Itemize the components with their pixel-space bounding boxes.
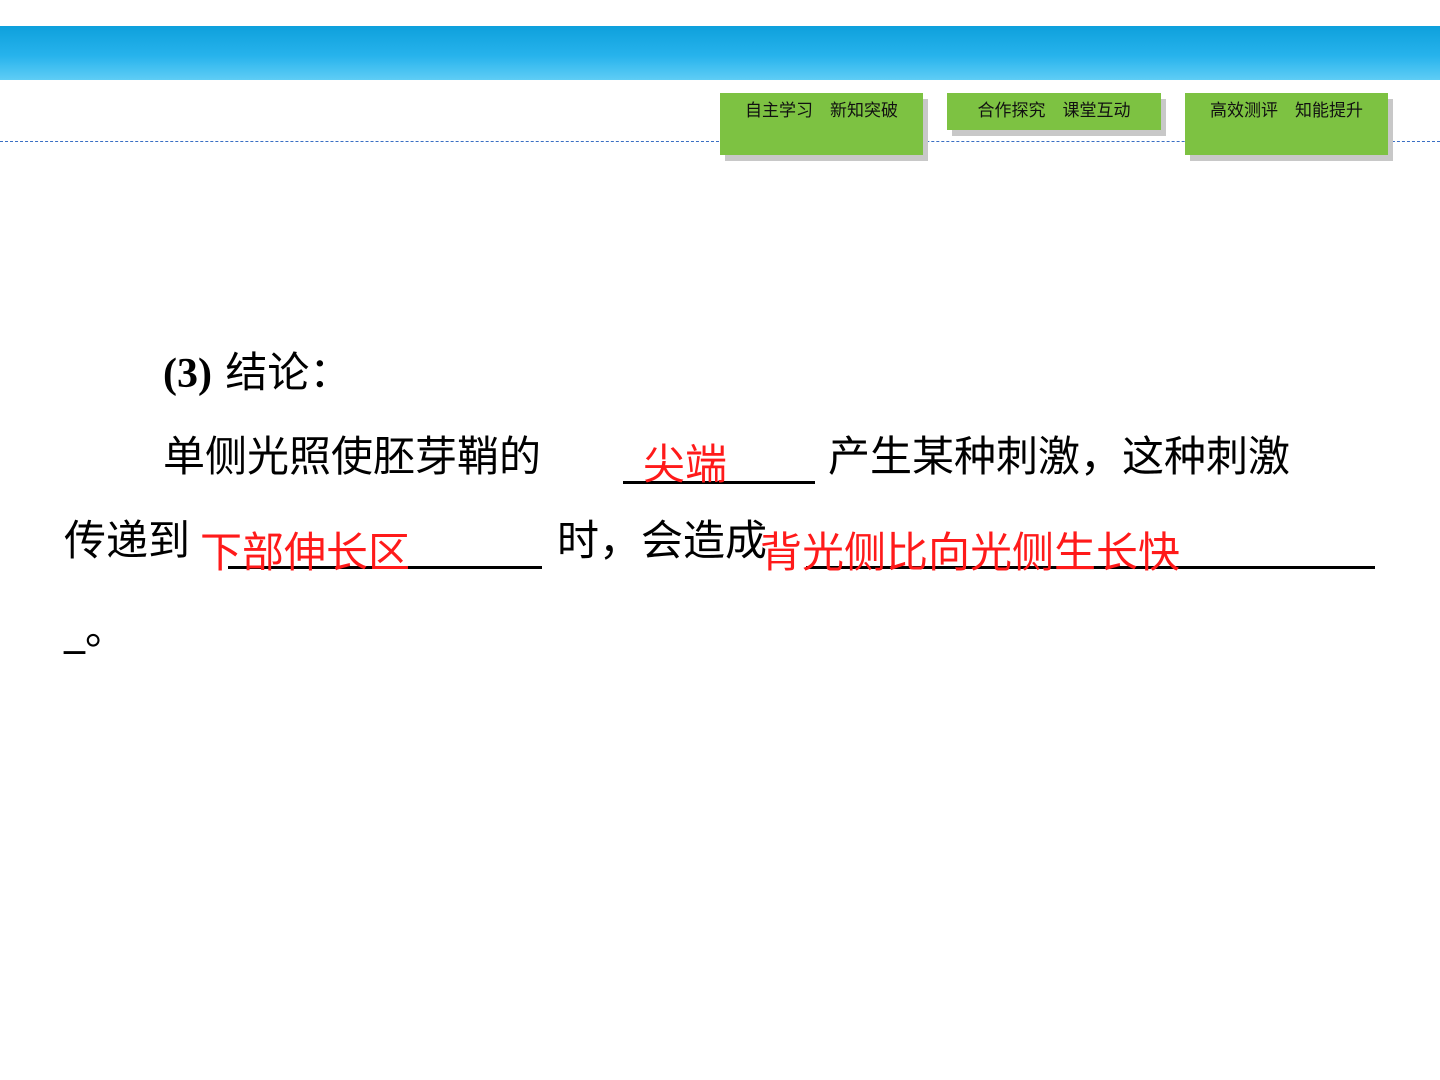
top-banner: [0, 26, 1440, 80]
answer-2: 下部伸长区: [200, 528, 411, 577]
heading-label: 结论：: [211, 348, 352, 397]
answer-1: 尖端: [643, 440, 728, 489]
nav-button-self-study[interactable]: 自主学习 新知突破: [720, 93, 923, 155]
nav-button-evaluation[interactable]: 高效测评 知能提升: [1185, 93, 1388, 155]
nav-button-cooperative-inquiry[interactable]: 合作探究 课堂互动: [947, 93, 1161, 130]
line3-end: _。: [64, 605, 128, 654]
line2-middle: 时，会造成: [557, 516, 768, 565]
heading-number: (3): [163, 351, 212, 397]
answer-3: 背光侧比向光侧生长快: [760, 528, 1181, 577]
conclusion-heading: (3) 结论：: [163, 348, 351, 399]
line1-prefix: 单侧光照使胚芽鞘的: [163, 432, 542, 481]
line2-prefix: 传递到: [64, 516, 191, 565]
line1-middle: 产生某种刺激，这种刺激: [828, 432, 1291, 481]
